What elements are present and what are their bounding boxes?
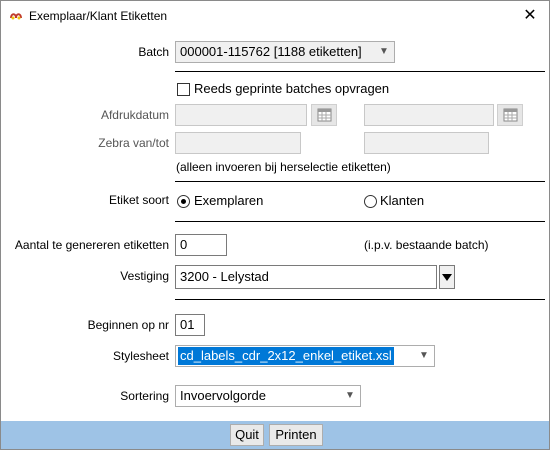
chevron-down-icon: ▼: [379, 46, 389, 57]
label-type-label: Etiket soort: [108, 193, 169, 207]
calendar-icon: [317, 108, 332, 122]
separator: [175, 221, 545, 222]
quit-button[interactable]: Quit: [230, 424, 264, 446]
window-title: Exemplaar/Klant Etiketten: [29, 9, 168, 23]
separator: [175, 181, 545, 182]
batch-label: Batch: [138, 45, 169, 59]
close-icon[interactable]: ✕: [513, 3, 547, 29]
zebra-to-field[interactable]: [364, 132, 489, 154]
app-logo-icon: [10, 13, 22, 20]
radio-klanten-label: Klanten: [380, 193, 425, 208]
batch-select[interactable]: 000001-115762 [1188 etiketten] ▼: [175, 41, 395, 63]
sorting-select[interactable]: Invoervolgorde ▼: [175, 385, 361, 407]
generate-count-note: (i.p.v. bestaande batch): [364, 238, 489, 252]
dialog-content: Batch 000001-115762 [1188 etiketten] ▼ R…: [1, 31, 549, 421]
radio-exemplaren-label: Exemplaren: [194, 193, 264, 208]
calendar-to-button[interactable]: [497, 104, 523, 126]
calendar-icon: [503, 108, 518, 122]
radio-klanten[interactable]: [364, 195, 377, 208]
calendar-from-button[interactable]: [311, 104, 337, 126]
separator: [175, 299, 545, 300]
start-number-field[interactable]: 01: [175, 314, 205, 336]
print-button[interactable]: Printen: [269, 424, 323, 446]
zebra-from-field[interactable]: [175, 132, 301, 154]
sorting-label: Sortering: [120, 389, 169, 403]
stylesheet-select[interactable]: cd_labels_cdr_2x12_enkel_etiket.xsl ▼: [175, 345, 435, 367]
printed-batches-checkbox[interactable]: [177, 83, 190, 96]
reselect-note: (alleen invoeren bij herselectie etikett…: [176, 160, 391, 174]
dialog-window: Exemplaar/Klant Etiketten ✕ Batch 000001…: [0, 0, 550, 450]
print-date-to-field[interactable]: [364, 104, 494, 126]
branch-field[interactable]: 3200 - Lelystad: [175, 265, 437, 289]
print-date-from-field[interactable]: [175, 104, 307, 126]
generate-count-field[interactable]: 0: [175, 234, 227, 256]
generate-count-label: Aantal te genereren etiketten: [14, 238, 169, 252]
printed-batches-label: Reeds geprinte batches opvragen: [194, 81, 390, 96]
sorting-select-value: Invoervolgorde: [180, 388, 266, 403]
title-bar: Exemplaar/Klant Etiketten ✕: [1, 1, 549, 31]
stylesheet-label: Stylesheet: [112, 349, 169, 363]
triangle-down-icon: [442, 274, 452, 281]
stylesheet-select-value: cd_labels_cdr_2x12_enkel_etiket.xsl: [178, 347, 394, 365]
zebra-label: Zebra van/tot: [98, 136, 169, 150]
branch-label: Vestiging: [120, 269, 169, 283]
separator: [175, 71, 545, 72]
chevron-down-icon: ▼: [419, 350, 429, 361]
batch-select-value: 000001-115762 [1188 etiketten]: [180, 44, 362, 59]
branch-dropdown-button[interactable]: [439, 265, 455, 289]
chevron-down-icon: ▼: [345, 390, 355, 401]
start-number-label: Beginnen op nr: [87, 318, 169, 332]
radio-exemplaren[interactable]: [177, 195, 190, 208]
print-date-label: Afdrukdatum: [100, 108, 169, 122]
